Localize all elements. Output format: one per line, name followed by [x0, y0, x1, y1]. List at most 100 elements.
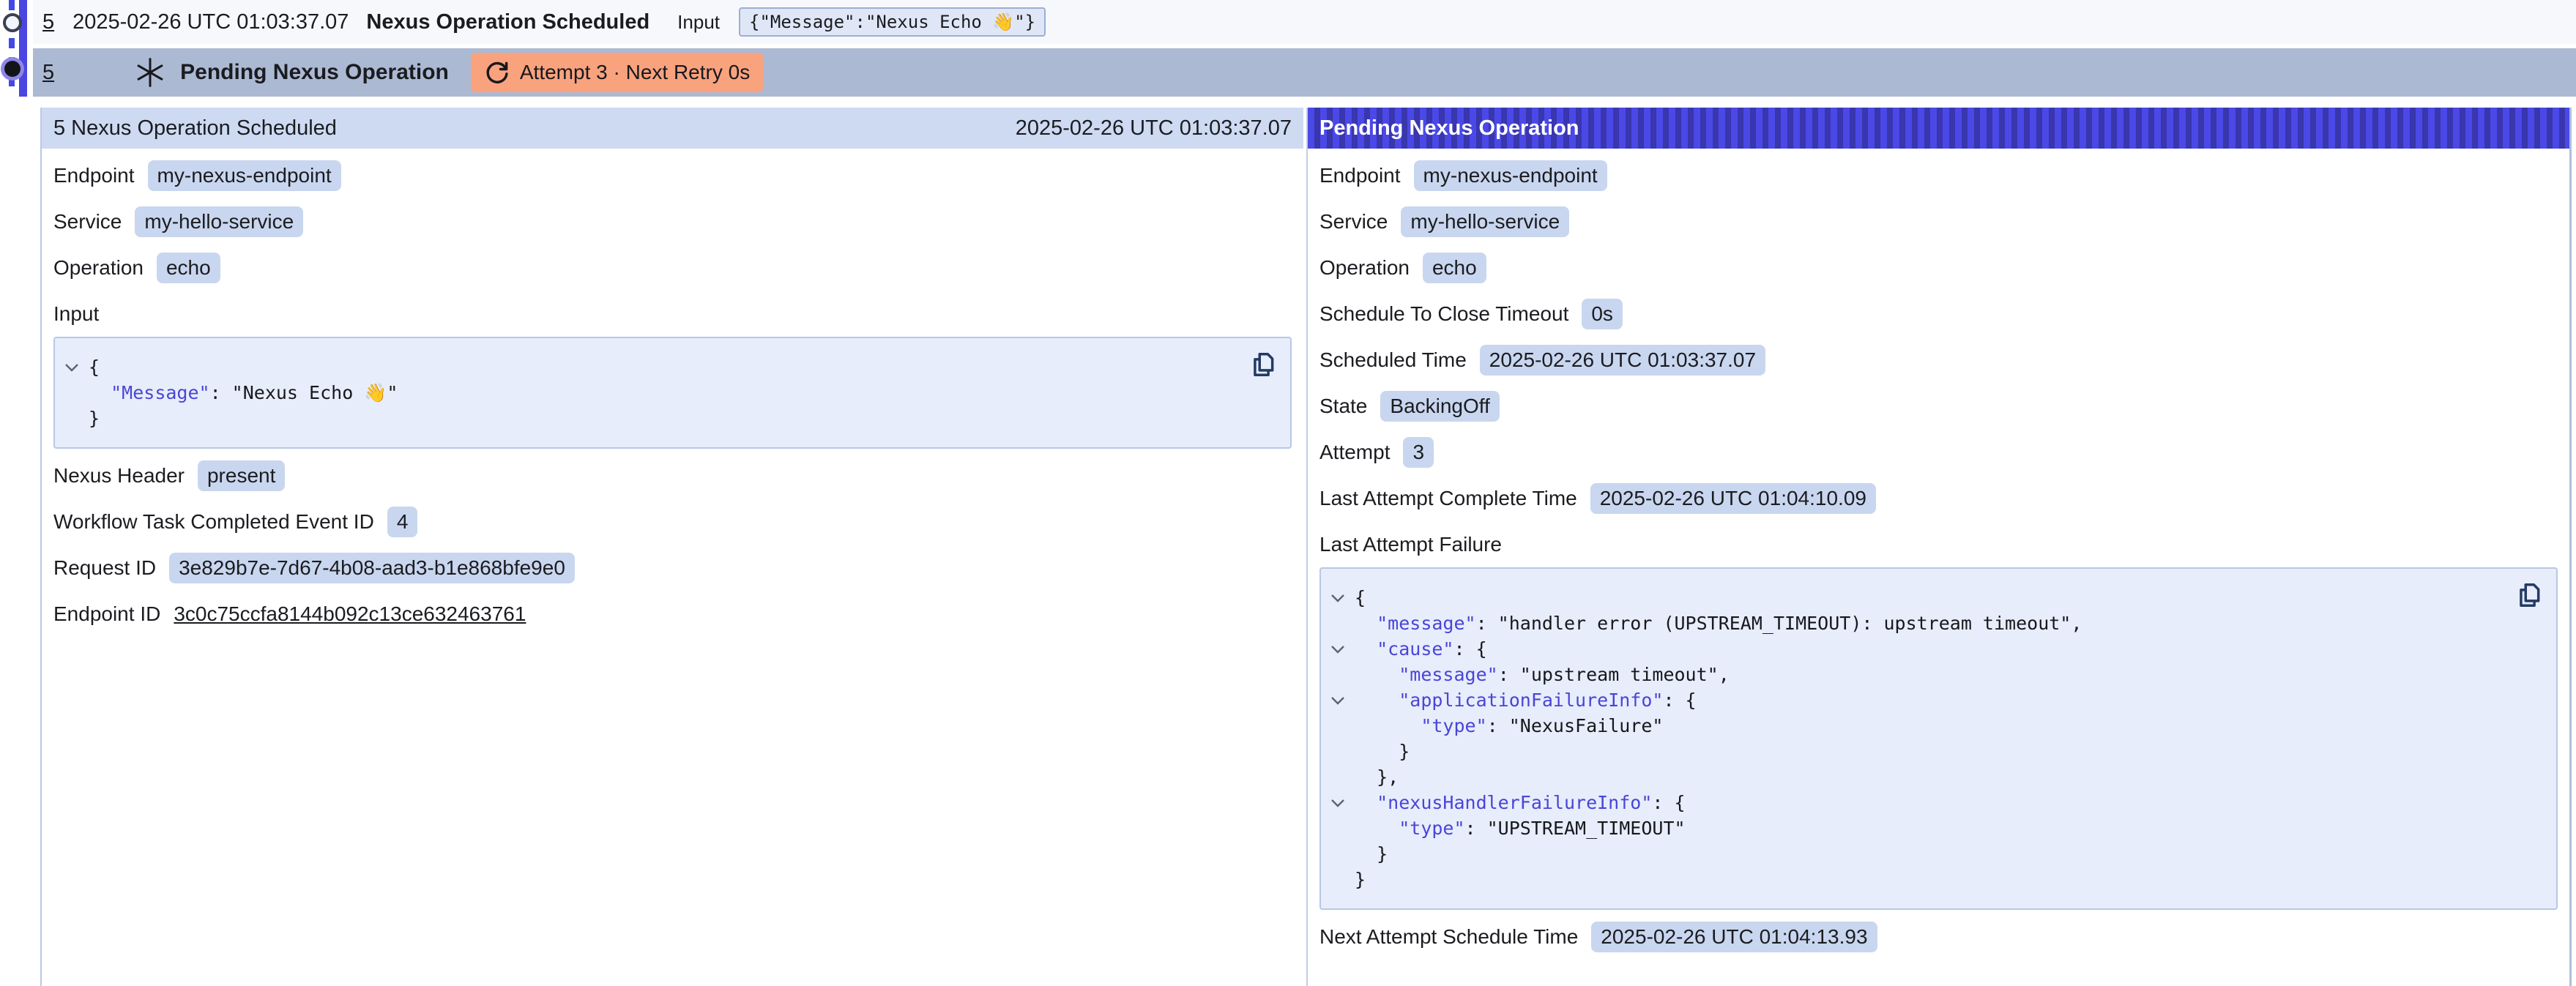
field-value: my-nexus-endpoint	[148, 160, 341, 191]
event-detail-fields-bottom: Nexus Header present Workflow Task Compl…	[42, 449, 1303, 637]
copy-button[interactable]	[1249, 350, 1277, 379]
detail-field-row: Request ID 3e829b7e-7d67-4b08-aad3-b1e86…	[53, 545, 1292, 591]
event-id-link[interactable]: 5	[42, 10, 54, 34]
json-line: "type": "UPSTREAM_TIMEOUT"	[1321, 815, 2556, 841]
field-label: Schedule To Close Timeout	[1319, 302, 1568, 326]
failure-section-label: Last Attempt Failure	[1308, 521, 2569, 567]
detail-field-row: Endpoint my-nexus-endpoint	[53, 152, 1292, 198]
json-line-text: }	[89, 408, 100, 429]
event-title: Pending Nexus Operation	[180, 60, 449, 85]
field-value-link[interactable]: 3c0c75ccfa8144b092c13ce632463761	[174, 602, 526, 626]
json-line-text: },	[1355, 766, 1399, 788]
detail-field-row: Last Attempt Complete Time 2025-02-26 UT…	[1319, 475, 2558, 521]
event-history-rows: 5 2025-02-26 UTC 01:03:37.07 Nexus Opera…	[33, 0, 2576, 97]
field-value: echo	[1423, 253, 1486, 283]
event-id-link[interactable]: 5	[42, 61, 54, 85]
field-label: Attempt	[1319, 441, 1390, 464]
json-line-text: {	[1355, 587, 1366, 608]
json-line: }	[1321, 841, 2556, 867]
event-row-scheduled[interactable]: 5 2025-02-26 UTC 01:03:37.07 Nexus Opera…	[33, 0, 2576, 44]
collapse-chevron-icon[interactable]	[55, 363, 89, 372]
json-line: "message": "handler error (UPSTREAM_TIME…	[1321, 610, 2556, 636]
event-title: Nexus Operation Scheduled	[366, 10, 649, 34]
field-value: 3e829b7e-7d67-4b08-aad3-b1e868bfe9e0	[169, 553, 575, 583]
field-value: my-nexus-endpoint	[1414, 160, 1607, 191]
input-section-label: Input	[42, 291, 1303, 337]
field-value: 2025-02-26 UTC 01:03:37.07	[1480, 345, 1765, 376]
collapse-chevron-icon[interactable]	[1321, 696, 1355, 705]
json-line: "nexusHandlerFailureInfo": {	[1321, 790, 2556, 815]
field-label: Scheduled Time	[1319, 348, 1467, 372]
field-value: 2025-02-26 UTC 01:04:13.93	[1591, 922, 1877, 952]
json-line-text: "message": "upstream timeout",	[1355, 664, 1730, 685]
retry-attempt-badge: Attempt 3 · Next Retry 0s	[471, 53, 763, 92]
field-label: State	[1319, 395, 1367, 418]
json-line: }	[55, 406, 1290, 431]
field-value: echo	[157, 253, 220, 283]
event-detail-fields-top: Endpoint my-nexus-endpoint Service my-he…	[42, 149, 1303, 291]
json-line: "Message": "Nexus Echo 👋"	[55, 380, 1290, 406]
field-value: 3	[1403, 437, 1434, 468]
detail-field-row: Workflow Task Completed Event ID 4	[53, 498, 1292, 545]
json-line: {	[55, 354, 1290, 380]
json-line: "applicationFailureInfo": {	[1321, 687, 2556, 713]
retry-badge-label: Attempt 3 · Next Retry 0s	[520, 61, 750, 84]
event-marker-selected-icon[interactable]	[4, 61, 21, 77]
json-line-text: "type": "UPSTREAM_TIMEOUT"	[1355, 818, 1686, 839]
pending-operation-panel: Pending Nexus Operation Endpoint my-nexu…	[1306, 108, 2572, 986]
json-line-text: {	[89, 356, 100, 378]
detail-panels: 5 Nexus Operation Scheduled 2025-02-26 U…	[40, 108, 2572, 986]
event-detail-panel: 5 Nexus Operation Scheduled 2025-02-26 U…	[40, 108, 1303, 986]
failure-json-viewer: { "message": "handler error (UPSTREAM_TI…	[1319, 567, 2558, 910]
field-label: Nexus Header	[53, 464, 185, 488]
event-row-pending[interactable]: 5 Pending Nexus Operation Attempt 3 · Ne…	[33, 48, 2576, 97]
event-input-label: Input	[677, 11, 720, 34]
json-line-text: "message": "handler error (UPSTREAM_TIME…	[1355, 613, 2082, 634]
field-value: my-hello-service	[135, 206, 303, 237]
json-line: }	[1321, 739, 2556, 764]
detail-field-row: Next Attempt Schedule Time 2025-02-26 UT…	[1319, 914, 2558, 960]
json-line: "message": "upstream timeout",	[1321, 662, 2556, 687]
field-value: 4	[387, 507, 418, 537]
pending-operation-header: Pending Nexus Operation	[1308, 108, 2569, 149]
json-line-text: }	[1355, 869, 1366, 890]
pending-operation-footer-fields: Next Attempt Schedule Time 2025-02-26 UT…	[1308, 910, 2569, 960]
event-detail-title: 5 Nexus Operation Scheduled	[53, 116, 337, 141]
json-line-text: "type": "NexusFailure"	[1355, 715, 1663, 736]
collapse-chevron-icon[interactable]	[1321, 799, 1355, 807]
json-line: {	[1321, 585, 2556, 610]
field-value: BackingOff	[1380, 391, 1499, 422]
retry-icon	[484, 59, 510, 86]
json-line-text: }	[1355, 741, 1410, 762]
event-marker-open-icon[interactable]	[3, 13, 22, 32]
json-line: "cause": {	[1321, 636, 2556, 662]
field-label: Operation	[1319, 256, 1410, 280]
field-label: Endpoint	[1319, 164, 1401, 187]
collapse-chevron-icon[interactable]	[1321, 594, 1355, 602]
detail-field-row: Scheduled Time 2025-02-26 UTC 01:03:37.0…	[1319, 337, 2558, 383]
json-line-text: "applicationFailureInfo": {	[1355, 690, 1697, 711]
json-line-text: "nexusHandlerFailureInfo": {	[1355, 792, 1686, 813]
field-label: Service	[53, 210, 122, 234]
detail-field-row: Attempt 3	[1319, 429, 2558, 475]
event-input-chip[interactable]: {"Message":"Nexus Echo 👋"}	[739, 7, 1046, 37]
timeline-active-bar	[19, 0, 27, 97]
field-value: my-hello-service	[1401, 206, 1569, 237]
field-label: Request ID	[53, 556, 156, 580]
copy-button[interactable]	[2515, 580, 2543, 610]
timeline-rail	[0, 0, 37, 98]
event-timestamp: 2025-02-26 UTC 01:03:37.07	[72, 10, 349, 34]
detail-field-row: Service my-hello-service	[1319, 198, 2558, 244]
json-line: }	[1321, 867, 2556, 892]
collapse-chevron-icon[interactable]	[1321, 645, 1355, 654]
field-label: Next Attempt Schedule Time	[1319, 925, 1578, 949]
detail-field-row: Endpoint ID 3c0c75ccfa8144b092c13ce63246…	[53, 591, 1292, 637]
event-detail-header: 5 Nexus Operation Scheduled 2025-02-26 U…	[42, 108, 1303, 149]
copy-icon	[1249, 350, 1277, 379]
event-detail-timestamp: 2025-02-26 UTC 01:03:37.07	[1016, 116, 1292, 141]
pending-operation-title: Pending Nexus Operation	[1319, 116, 1579, 141]
detail-field-row: State BackingOff	[1319, 383, 2558, 429]
detail-field-row: Schedule To Close Timeout 0s	[1319, 291, 2558, 337]
json-line: "type": "NexusFailure"	[1321, 713, 2556, 739]
field-label: Operation	[53, 256, 144, 280]
